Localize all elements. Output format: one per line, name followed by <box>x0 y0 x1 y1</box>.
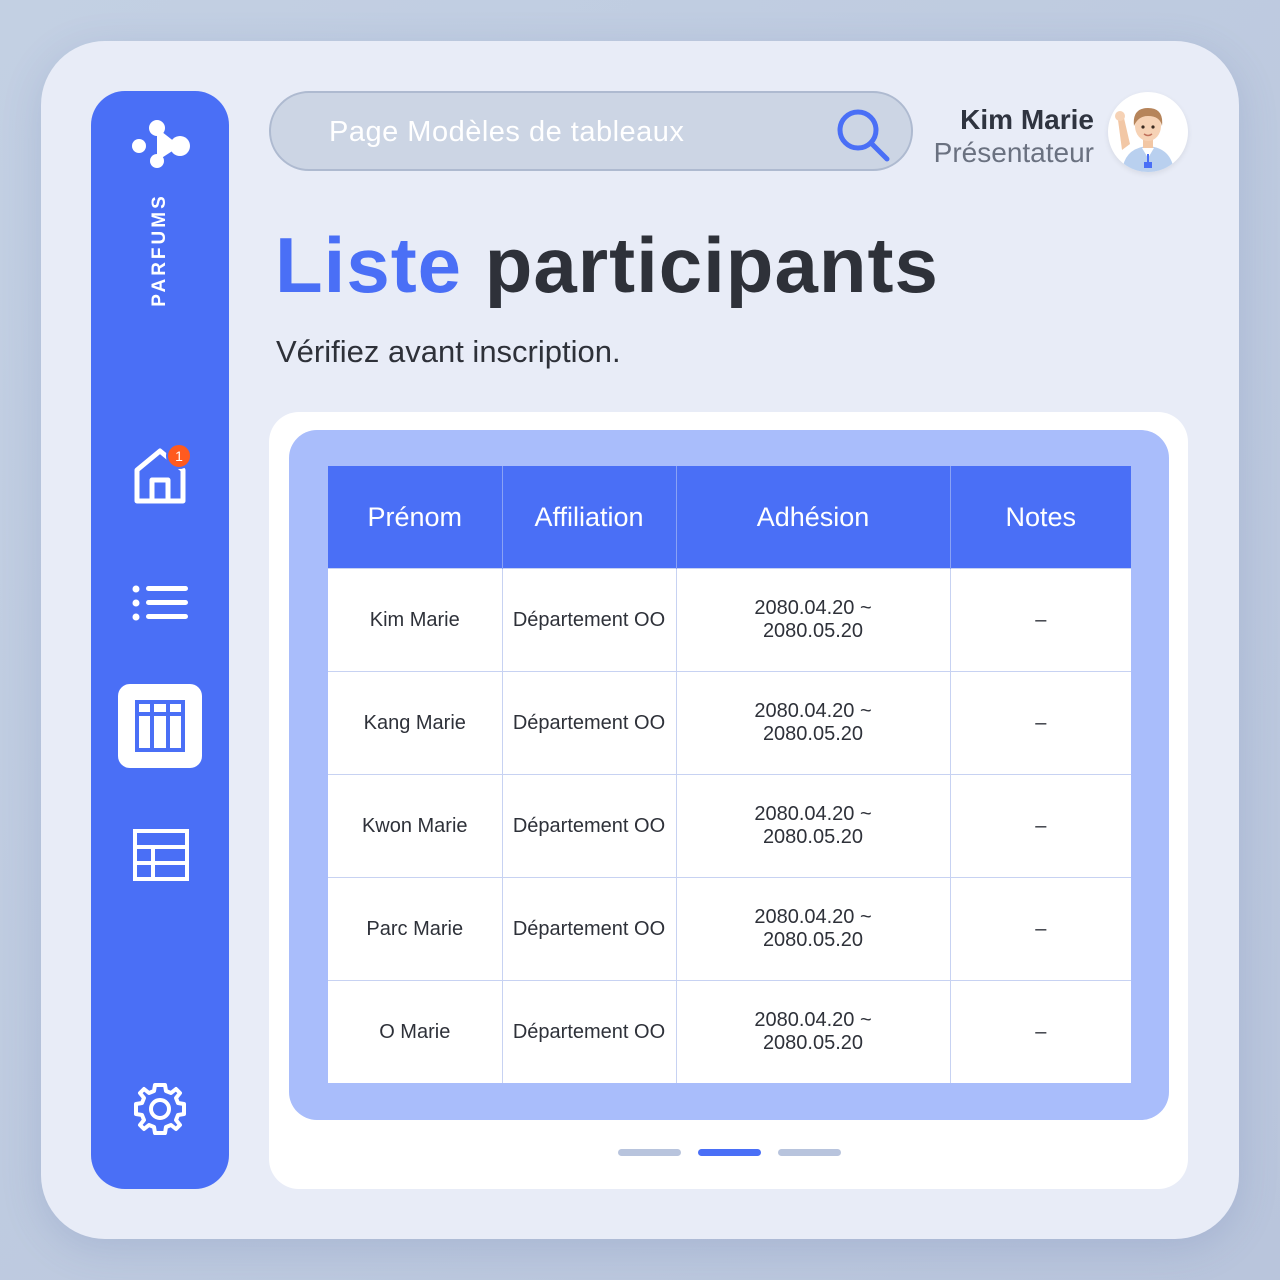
search-bar <box>269 91 913 171</box>
cell-name: Kwon Marie <box>328 774 503 878</box>
cell-name: Parc Marie <box>328 877 503 981</box>
membership-end: 2080.05.20 <box>762 1032 864 1054</box>
page-title: Liste participants <box>275 220 939 311</box>
user-role: Présentateur <box>933 137 1094 168</box>
participants-table: Prénom Affiliation Adhésion Notes Kim Ma… <box>328 466 1131 1083</box>
cell-affiliation: Département OO <box>502 980 677 1083</box>
pagination-dot-1[interactable] <box>618 1149 681 1156</box>
header-adhesion[interactable]: Adhésion <box>676 466 951 569</box>
user-name: Kim Marie <box>960 104 1094 135</box>
table-row[interactable]: Parc Marie Département OO 2080.04.20 ~20… <box>328 877 1131 981</box>
page-title-accent: Liste <box>275 221 463 309</box>
membership-start: 2080.04.20 ~ <box>754 803 872 825</box>
table-row[interactable]: Kim Marie Département OO 2080.04.20 ~208… <box>328 568 1131 672</box>
search-icon[interactable] <box>835 107 891 163</box>
membership-end: 2080.05.20 <box>762 929 864 951</box>
cell-name: O Marie <box>328 980 503 1083</box>
search-input[interactable] <box>327 93 811 171</box>
cell-affiliation: Département OO <box>502 671 677 775</box>
header-notes[interactable]: Notes <box>950 466 1131 569</box>
user-avatar-illustration <box>1115 108 1174 172</box>
cell-notes: – <box>950 980 1131 1083</box>
membership-start: 2080.04.20 ~ <box>754 597 872 619</box>
page-title-rest: participants <box>484 221 939 309</box>
table-icon <box>135 700 185 752</box>
cell-affiliation: Département OO <box>502 568 677 672</box>
gear-icon[interactable] <box>131 1080 189 1138</box>
header-prenom[interactable]: Prénom <box>328 466 503 569</box>
pagination-dot-3[interactable] <box>778 1149 841 1156</box>
membership-end: 2080.05.20 <box>762 620 864 642</box>
page-subtitle: Vérifiez avant inscription. <box>276 334 621 369</box>
cell-notes: – <box>950 671 1131 775</box>
grid-icon[interactable] <box>133 829 189 881</box>
table-row[interactable]: O Marie Département OO 2080.04.20 ~2080.… <box>328 980 1131 1083</box>
table-row[interactable]: Kwon Marie Département OO 2080.04.20 ~20… <box>328 774 1131 878</box>
cell-membership: 2080.04.20 ~2080.05.20 <box>676 877 951 981</box>
cell-name: Kang Marie <box>328 671 503 775</box>
list-icon[interactable] <box>132 584 190 622</box>
pagination-dot-2-active[interactable] <box>698 1149 761 1156</box>
membership-start: 2080.04.20 ~ <box>754 906 872 928</box>
header-affiliation[interactable]: Affiliation <box>502 466 677 569</box>
cell-notes: – <box>950 774 1131 878</box>
cell-membership: 2080.04.20 ~2080.05.20 <box>676 774 951 878</box>
brand-name: PARFUMS <box>149 193 170 307</box>
membership-start: 2080.04.20 ~ <box>754 700 872 722</box>
table-row[interactable]: Kang Marie Département OO 2080.04.20 ~20… <box>328 671 1131 775</box>
brand-logo-icon <box>132 120 190 168</box>
notification-badge: 1 <box>166 443 192 469</box>
membership-end: 2080.05.20 <box>762 826 864 848</box>
sidebar-item-table-active[interactable] <box>118 684 202 768</box>
table-header-row: Prénom Affiliation Adhésion Notes <box>328 466 1131 569</box>
avatar[interactable] <box>1108 92 1188 172</box>
cell-affiliation: Département OO <box>502 877 677 981</box>
membership-start: 2080.04.20 ~ <box>754 1009 872 1031</box>
cell-notes: – <box>950 568 1131 672</box>
cell-membership: 2080.04.20 ~2080.05.20 <box>676 568 951 672</box>
cell-membership: 2080.04.20 ~2080.05.20 <box>676 671 951 775</box>
membership-end: 2080.05.20 <box>762 723 864 745</box>
cell-affiliation: Département OO <box>502 774 677 878</box>
cell-membership: 2080.04.20 ~2080.05.20 <box>676 980 951 1083</box>
cell-notes: – <box>950 877 1131 981</box>
cell-name: Kim Marie <box>328 568 503 672</box>
